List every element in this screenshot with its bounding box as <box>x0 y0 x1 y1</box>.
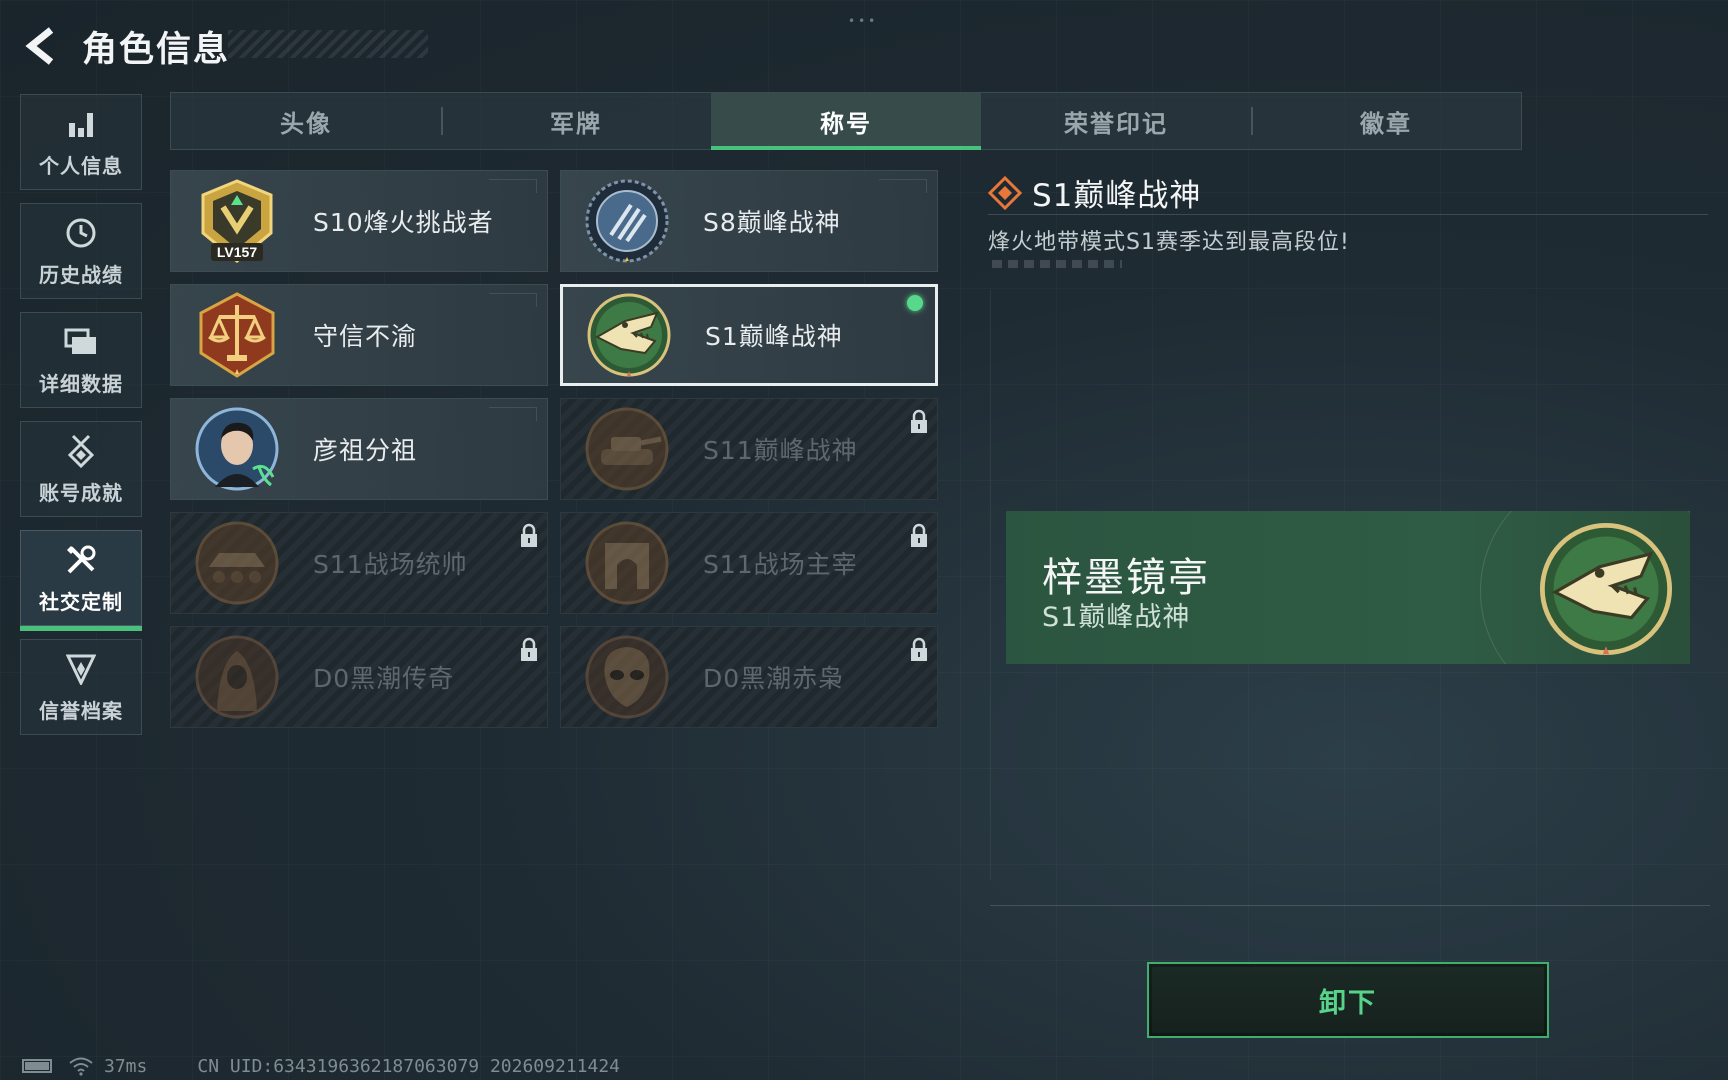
title-card-yanzu[interactable]: 彦祖分祖 <box>170 398 548 500</box>
preview-title: S1巅峰战神 <box>1042 602 1191 633</box>
tank-badge-icon <box>585 407 669 491</box>
tab-honor-mark[interactable]: 荣誉印记 <box>981 93 1251 149</box>
tools-icon <box>67 545 96 573</box>
crocodile-badge-icon <box>587 293 671 377</box>
detail-subtext-decoration <box>992 260 1122 268</box>
title-label: S11战场主宰 <box>703 550 858 579</box>
title-label: S11巅峰战神 <box>703 436 858 465</box>
clock-icon <box>66 218 96 247</box>
sidebar-item-label: 历史战绩 <box>39 262 123 287</box>
sidebar-item-label: 信誉档案 <box>39 698 123 723</box>
title-preview-card: 梓墨镜亭 S1巅峰战神 <box>1006 511 1690 664</box>
sidebar-item-achievements[interactable]: 账号成就 <box>20 421 142 517</box>
category-tabs: 头像 军牌 称号 荣誉印记 徽章 <box>170 92 1522 150</box>
ping-readout: 37ms <box>104 1055 148 1077</box>
title-label: D0黑潮赤枭 <box>703 664 845 693</box>
svg-text:LV157: LV157 <box>217 244 257 260</box>
unequip-button[interactable]: 卸下 <box>1147 962 1549 1038</box>
tab-dogtag[interactable]: 军牌 <box>441 93 711 149</box>
uid-readout: CN UID:6343196362187063079 202609211424 <box>197 1055 620 1077</box>
sidebar-item-label: 个人信息 <box>39 153 123 178</box>
back-arrow-icon <box>25 27 54 65</box>
sidebar-item-reputation[interactable]: 信誉档案 <box>20 639 142 735</box>
title-card-s11-peak[interactable]: S11巅峰战神 <box>560 398 938 500</box>
title-card-s8-peak[interactable]: S8巅峰战神 <box>560 170 938 272</box>
sidebar-item-social-custom[interactable]: 社交定制 <box>20 530 142 631</box>
title-label: S10烽火挑战者 <box>313 208 494 237</box>
divider <box>990 905 1710 906</box>
crocodile-badge-icon <box>1539 522 1673 656</box>
bar-chart-icon <box>69 112 93 137</box>
lock-icon <box>521 637 537 661</box>
medal-icon <box>67 434 95 468</box>
equipped-indicator <box>907 295 923 311</box>
arch-badge-icon <box>585 521 669 605</box>
tab-badge[interactable]: 徽章 <box>1251 93 1521 149</box>
title-label: S11战场统帅 <box>313 550 468 579</box>
lock-icon <box>911 523 927 547</box>
lock-icon <box>521 523 537 547</box>
scales-badge-icon <box>199 292 275 378</box>
title-list: LV157 S10烽火挑战者 S8巅峰战神 守信不渝 S1巅峰战神 彦祖分祖 S… <box>170 170 940 728</box>
hooded-figure-badge-icon <box>195 635 279 719</box>
lock-icon <box>911 637 927 661</box>
lock-icon <box>911 409 927 433</box>
top-dots-decoration: ••• <box>848 14 879 28</box>
sidebar-item-detailed-data[interactable]: 详细数据 <box>20 312 142 408</box>
battery-icon <box>22 1059 52 1073</box>
title-card-d0-owl[interactable]: D0黑潮赤枭 <box>560 626 938 728</box>
sidebar: 个人信息 历史战绩 详细数据 账号成就 社交定制 信誉档案 <box>20 94 142 748</box>
status-footer: 37ms CN UID:6343196362187063079 20260921… <box>22 1052 620 1080</box>
title-card-s11-commander[interactable]: S11战场统帅 <box>170 512 548 614</box>
title-label: D0黑潮传奇 <box>313 664 455 693</box>
title-hatch-decoration <box>228 30 428 58</box>
title-label: S1巅峰战神 <box>705 322 843 351</box>
tab-avatar[interactable]: 头像 <box>171 93 441 149</box>
tab-title[interactable]: 称号 <box>711 93 981 150</box>
sidebar-item-label: 详细数据 <box>39 371 123 396</box>
detail-header: S1巅峰战神 <box>988 170 1201 215</box>
page-title: 角色信息 <box>82 29 231 70</box>
sidebar-item-personal-info[interactable]: 个人信息 <box>20 94 142 190</box>
title-label: 彦祖分祖 <box>313 436 418 465</box>
title-card-s1-peak[interactable]: S1巅峰战神 <box>560 284 938 386</box>
striped-shield-badge-icon <box>585 179 669 263</box>
title-label: S8巅峰战神 <box>703 208 841 237</box>
back-button[interactable] <box>18 21 68 71</box>
title-card-trustworthy[interactable]: 守信不渝 <box>170 284 548 386</box>
sidebar-item-history[interactable]: 历史战绩 <box>20 203 142 299</box>
shield-icon <box>66 654 96 685</box>
alien-head-badge-icon <box>585 635 669 719</box>
detail-title-name: S1巅峰战神 <box>1032 178 1202 214</box>
sidebar-item-label: 账号成就 <box>39 480 123 505</box>
title-label: 守信不渝 <box>313 322 418 351</box>
diamond-emblem-icon <box>988 175 1022 210</box>
title-card-s11-ruler[interactable]: S11战场主宰 <box>560 512 938 614</box>
title-card-d0-legend[interactable]: D0黑潮传奇 <box>170 626 548 728</box>
portrait-badge-icon <box>195 407 279 491</box>
detail-description: 烽火地带模式S1赛季达到最高段位! <box>988 230 1350 255</box>
armored-vehicle-badge-icon <box>195 521 279 605</box>
title-card-s10-challenger[interactable]: LV157 S10烽火挑战者 <box>170 170 548 272</box>
sidebar-item-label: 社交定制 <box>39 589 123 614</box>
folders-icon <box>64 328 96 354</box>
divider <box>988 214 1708 215</box>
header: 角色信息 <box>18 18 428 74</box>
wifi-icon <box>69 1057 93 1076</box>
lv157-badge-icon: LV157 <box>201 179 273 263</box>
unequip-label: 卸下 <box>1319 987 1377 1019</box>
